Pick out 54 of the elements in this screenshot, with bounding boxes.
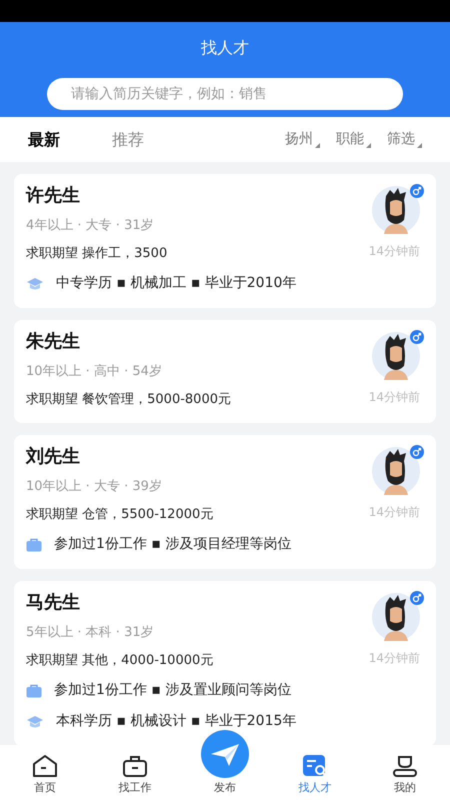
nav-tab[interactable]: 找工作 — [90, 745, 180, 800]
briefcase-icon — [122, 754, 148, 778]
avatar-icon — [372, 186, 420, 234]
male-icon — [410, 445, 424, 459]
candidate-info: 10年以上 · 大专 · 39岁 — [26, 478, 163, 496]
filter-dropdown[interactable]: 筛选 — [387, 129, 422, 150]
male-icon — [410, 184, 424, 198]
post-time: 14分钟前 — [368, 243, 420, 260]
candidate-card[interactable]: 刘先生 10年以上 · 大专 · 39岁 求职期望 仓管，5500-12000元 参加过1份工作 ▪ 涉及项目经理等岗位 14分钟前 — [14, 435, 436, 569]
post-time: 14分钟前 — [368, 650, 420, 667]
graduation-cap-icon — [26, 276, 44, 290]
caret-icon — [315, 143, 320, 148]
post-time: 14分钟前 — [368, 389, 420, 406]
candidate-name: 马先生 — [26, 591, 81, 615]
job-expectation: 求职期望 其他，4000-10000元 — [26, 652, 214, 670]
briefcase-icon — [26, 538, 42, 552]
job-expectation: 求职期望 操作工，3500 — [26, 244, 168, 262]
briefcase-icon — [26, 684, 42, 698]
page-title: 找人才 — [201, 37, 249, 59]
avatar-icon — [372, 332, 420, 380]
graduation-cap-icon — [26, 714, 44, 728]
home-icon — [32, 754, 58, 778]
candidate-name: 许先生 — [26, 184, 81, 208]
job-expectation: 求职期望 餐饮管理，5000-8000元 — [26, 390, 232, 408]
candidate-info: 10年以上 · 高中 · 54岁 — [26, 363, 163, 381]
candidate-detail: 参加过1份工作 ▪ 涉及项目经理等岗位 — [54, 535, 292, 554]
candidate-name: 朱先生 — [26, 330, 81, 354]
job-expectation: 求职期望 仓管，5500-12000元 — [26, 506, 214, 524]
resume-search-icon — [302, 754, 328, 778]
male-icon — [410, 330, 424, 344]
tab[interactable]: 推荐 — [112, 128, 144, 152]
caret-icon — [417, 143, 422, 148]
post-time: 14分钟前 — [368, 504, 420, 521]
male-icon — [410, 591, 424, 605]
candidate-detail: 中专学历 ▪ 机械加工 ▪ 毕业于2010年 — [56, 274, 296, 293]
avatar-icon — [372, 447, 420, 495]
user-icon — [392, 754, 418, 778]
filter-dropdown[interactable]: 扬州 — [285, 129, 320, 150]
candidate-card[interactable]: 马先生 5年以上 · 本科 · 31岁 求职期望 其他，4000-10000元 参加过1份工作 ▪ 涉及置业顾问等岗位 本科学历 ▪ 机械设计 ▪ 毕业于2015年 14分钟前 — [14, 581, 436, 745]
caret-icon — [366, 143, 371, 148]
candidate-name: 刘先生 — [26, 445, 81, 469]
candidate-detail: 参加过1份工作 ▪ 涉及置业顾问等岗位 — [54, 681, 292, 700]
nav-tab[interactable]: 我的 — [360, 745, 450, 800]
nav-tab[interactable]: 首页 — [0, 745, 90, 800]
candidate-card[interactable]: 许先生 4年以上 · 大专 · 31岁 求职期望 操作工，3500 中专学历 ▪ 机械加工 ▪ 毕业于2010年 14分钟前 — [14, 174, 436, 308]
candidate-detail: 本科学历 ▪ 机械设计 ▪ 毕业于2015年 — [56, 712, 296, 731]
candidate-info: 4年以上 · 大专 · 31岁 — [26, 217, 155, 235]
tab[interactable]: 最新 — [28, 128, 60, 152]
avatar-icon — [372, 593, 420, 641]
candidate-info: 5年以上 · 本科 · 31岁 — [26, 624, 155, 642]
filter-dropdown[interactable]: 职能 — [336, 129, 371, 150]
nav-tab[interactable]: 找人才 — [270, 745, 360, 800]
search-field[interactable]: 请输入简历关键字，例如：销售 — [47, 78, 403, 110]
candidate-card[interactable]: 朱先生 10年以上 · 高中 · 54岁 求职期望 餐饮管理，5000-8000元 14分钟前 — [14, 320, 436, 423]
